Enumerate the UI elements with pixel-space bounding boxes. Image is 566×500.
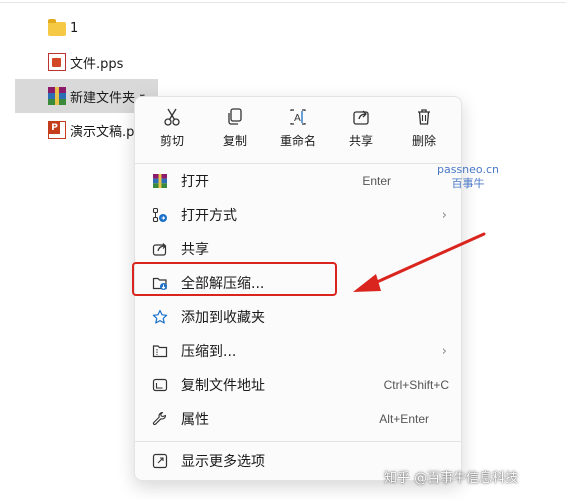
copy-icon bbox=[228, 108, 242, 125]
wrench-icon bbox=[151, 410, 169, 428]
quick-actions-bar: 剪切 复制 A 重命名 共享 删除 bbox=[135, 105, 461, 155]
file-item-ppt[interactable]: 演示文稿.pp bbox=[15, 113, 143, 147]
menu-label: 共享 bbox=[181, 242, 209, 258]
share-icon bbox=[151, 240, 169, 258]
winrar-icon bbox=[151, 172, 169, 190]
highlight-box bbox=[132, 262, 337, 296]
shortcut-label: Enter bbox=[362, 174, 391, 188]
rename-button[interactable]: A 重命名 bbox=[273, 105, 323, 155]
menu-label: 添加到收藏夹 bbox=[181, 310, 265, 326]
copy-path-icon bbox=[151, 376, 169, 394]
menu-item-compress-to[interactable]: 压缩到... › bbox=[143, 335, 453, 367]
file-name: 1 bbox=[70, 20, 79, 36]
folder-icon bbox=[48, 19, 66, 36]
file-name: 文件.pps bbox=[70, 56, 124, 72]
rar-archive-icon bbox=[48, 87, 66, 105]
shortcut-label: Alt+Enter bbox=[379, 412, 429, 426]
menu-item-open[interactable]: 打开 Enter bbox=[143, 165, 453, 197]
copy-button[interactable]: 复制 bbox=[210, 105, 260, 155]
footer-watermark: 知乎 @百事牛信息科技 bbox=[384, 471, 519, 486]
svg-text:A: A bbox=[294, 113, 301, 124]
menu-item-copy-path[interactable]: 复制文件地址 Ctrl+Shift+C bbox=[143, 369, 453, 401]
menu-label: 打开 bbox=[181, 174, 209, 190]
cut-button[interactable]: 剪切 bbox=[147, 105, 197, 155]
trash-icon bbox=[418, 109, 430, 125]
share-icon bbox=[353, 110, 369, 125]
share-label: 共享 bbox=[348, 134, 373, 148]
menu-label: 压缩到... bbox=[181, 344, 237, 360]
menu-item-share[interactable]: 共享 bbox=[143, 233, 453, 265]
divider bbox=[135, 163, 461, 164]
pps-file-icon bbox=[48, 53, 66, 71]
share-quick-button[interactable]: 共享 bbox=[336, 105, 386, 155]
menu-item-add-favorites[interactable]: 添加到收藏夹 bbox=[143, 301, 453, 333]
open-with-icon bbox=[151, 206, 169, 224]
divider bbox=[135, 441, 461, 442]
rename-label: 重命名 bbox=[279, 134, 316, 148]
shortcut-label: Ctrl+Shift+C bbox=[383, 378, 449, 392]
file-name: 演示文稿.pp bbox=[70, 124, 143, 140]
cut-label: 剪切 bbox=[159, 134, 184, 148]
more-options-icon bbox=[151, 452, 169, 470]
file-item-folder-1[interactable]: 1 bbox=[15, 11, 78, 45]
menu-label: 复制文件地址 bbox=[181, 378, 265, 394]
delete-button[interactable]: 删除 bbox=[399, 105, 449, 155]
divider bbox=[0, 2, 566, 3]
menu-label: 属性 bbox=[181, 412, 209, 428]
scissors-icon bbox=[164, 108, 180, 126]
chevron-right-icon: › bbox=[441, 343, 447, 359]
copy-label: 复制 bbox=[222, 134, 247, 148]
rename-icon: A bbox=[290, 109, 306, 125]
chevron-right-icon: › bbox=[441, 207, 447, 223]
compress-to-icon bbox=[151, 342, 169, 360]
star-icon bbox=[151, 308, 169, 326]
ppt-file-icon bbox=[48, 121, 66, 139]
file-item-pps[interactable]: 文件.pps bbox=[15, 45, 123, 79]
delete-label: 删除 bbox=[411, 134, 436, 148]
menu-item-open-with[interactable]: 打开方式 › bbox=[143, 199, 453, 231]
menu-label: 打开方式 bbox=[181, 208, 237, 224]
menu-item-properties[interactable]: 属性 Alt+Enter bbox=[143, 403, 453, 435]
